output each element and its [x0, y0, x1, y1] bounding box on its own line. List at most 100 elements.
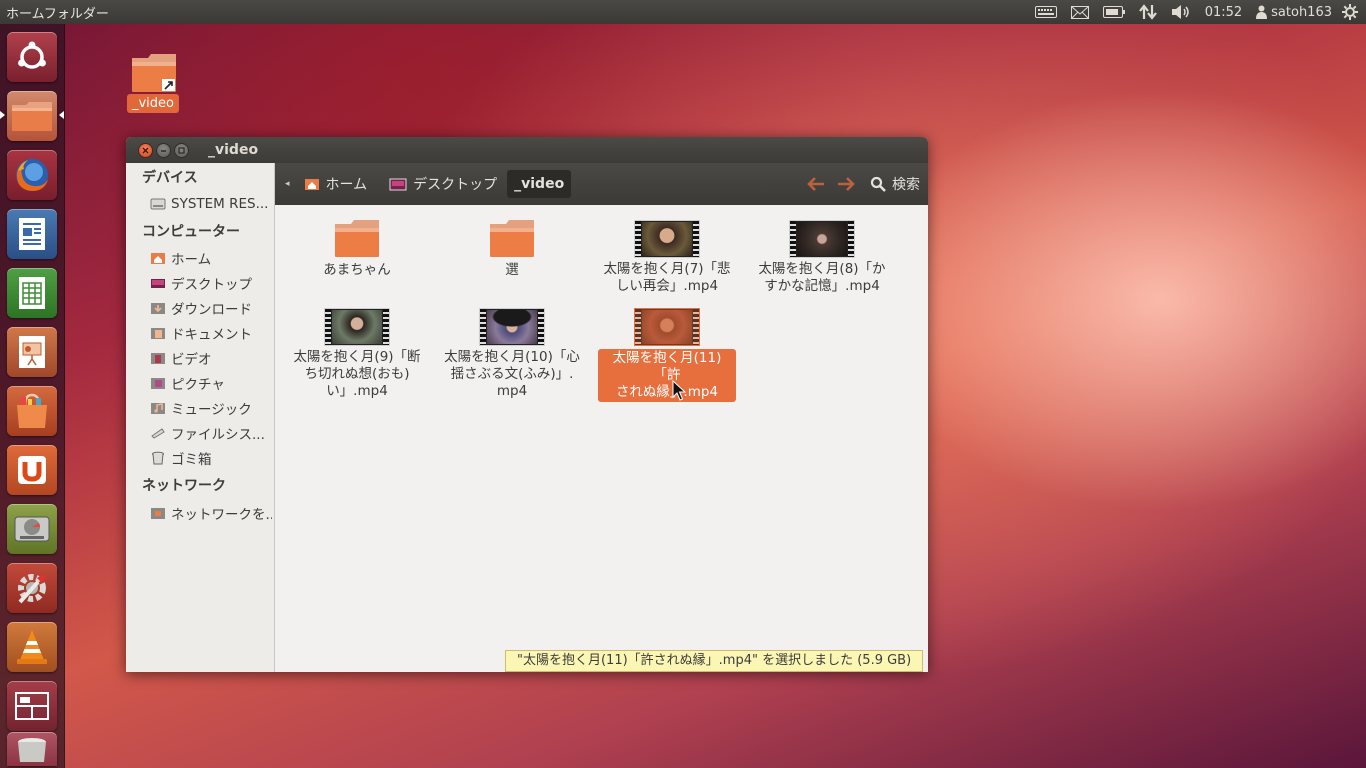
- minimize-button[interactable]: [156, 142, 171, 158]
- battery-icon[interactable]: [1096, 0, 1132, 24]
- network-folder-icon: [150, 506, 166, 520]
- file-name: 選: [505, 262, 519, 278]
- writer-launcher[interactable]: [7, 209, 57, 259]
- selection-status: "太陽を抱く月(11)「許されぬ縁」.mp4" を選択しました (5.9 GB): [505, 650, 924, 672]
- launcher: [0, 24, 65, 768]
- trash-icon: [18, 738, 46, 762]
- close-button[interactable]: [138, 142, 153, 158]
- sidebar-heading-network: ネットワーク: [142, 478, 226, 494]
- filesystem-icon: [150, 426, 166, 440]
- desktop-icon-label: _video: [127, 94, 179, 113]
- user-icon[interactable]: [1249, 0, 1271, 24]
- video-thumbnail: [324, 308, 390, 346]
- file-item-video[interactable]: 太陽を抱く月(7)「悲 しい再会」.mp4: [592, 220, 742, 295]
- file-item-video[interactable]: 太陽を抱く月(9)「断 ち切れぬ想(おも) い」.mp4: [282, 308, 432, 400]
- home-folder-icon: [304, 177, 320, 191]
- crumb-label: _video: [514, 176, 565, 192]
- file-item-video[interactable]: 太陽を抱く月(8)「か すかな記憶」.mp4: [747, 220, 897, 295]
- crumb-scroll-left-icon[interactable]: ◂: [285, 179, 290, 189]
- calc-launcher[interactable]: [7, 268, 57, 318]
- sidebar-heading-computer: コンピューター: [142, 224, 240, 240]
- presentation-icon: [19, 336, 45, 368]
- desktop-icon: [150, 276, 166, 290]
- documents-folder-icon: [150, 326, 166, 340]
- file-name: 太陽を抱く月(7)「悲 しい再会」.mp4: [603, 261, 731, 294]
- maximize-button[interactable]: [174, 142, 189, 158]
- ubuntu-logo-icon: [18, 41, 46, 69]
- sidebar-item-label: ミュージック: [171, 402, 252, 418]
- window-titlebar[interactable]: _video: [126, 137, 928, 163]
- top-panel: ホームフォルダー 01:52 satoh163: [0, 0, 1366, 24]
- sidebar-item-trash[interactable]: ゴミ箱: [150, 447, 272, 469]
- sidebar-item-home[interactable]: ホーム: [150, 247, 272, 269]
- clock[interactable]: 01:52: [1198, 0, 1249, 24]
- folder-icon: [490, 220, 534, 257]
- workspaces-icon: [15, 692, 49, 720]
- sidebar-item-label: ゴミ箱: [171, 452, 212, 468]
- workspace-switcher-launcher[interactable]: [7, 681, 57, 731]
- firefox-launcher[interactable]: [7, 150, 57, 200]
- impress-launcher[interactable]: [7, 327, 57, 377]
- ubuntu-one-launcher[interactable]: [7, 445, 57, 495]
- sidebar-item-documents[interactable]: ドキュメント: [150, 322, 272, 344]
- focused-indicator: [59, 111, 64, 119]
- vlc-launcher[interactable]: [7, 622, 57, 672]
- pictures-folder-icon: [150, 376, 166, 390]
- sidebar-item-desktop[interactable]: デスクトップ: [150, 272, 272, 294]
- system-settings-launcher[interactable]: [7, 563, 57, 613]
- sidebar-item-filesystem[interactable]: ファイルシス...: [150, 422, 272, 444]
- vlc-cone-icon: [17, 630, 47, 664]
- crumb-desktop[interactable]: デスクトップ: [389, 174, 497, 194]
- downloads-folder-icon: [150, 301, 166, 315]
- sidebar-item-network[interactable]: ネットワークを...: [150, 502, 272, 524]
- search-button[interactable]: 検索: [870, 174, 920, 194]
- trash-launcher[interactable]: [7, 732, 57, 766]
- desktop-icon: [389, 178, 407, 191]
- crumb-label: ホーム: [325, 177, 368, 193]
- keyboard-icon[interactable]: [1028, 0, 1064, 24]
- file-item-video-selected[interactable]: 太陽を抱く月(11)「許 されぬ縁」.mp4: [592, 308, 742, 402]
- power-icon[interactable]: [1332, 0, 1366, 24]
- file-item-folder[interactable]: あまちゃん: [282, 219, 432, 279]
- file-name: 太陽を抱く月(8)「か すかな記憶」.mp4: [758, 261, 886, 294]
- sidebar-item-label: ネットワークを...: [171, 507, 272, 523]
- spreadsheet-icon: [19, 277, 45, 309]
- file-item-video[interactable]: 太陽を抱く月(10)「心 揺さぶる文(ふみ)」. mp4: [437, 308, 587, 400]
- network-icon[interactable]: [1132, 0, 1164, 24]
- dash-home-button[interactable]: [7, 32, 57, 82]
- sidebar-item-pictures[interactable]: ピクチャ: [150, 372, 272, 394]
- close-icon: [142, 147, 149, 153]
- search-icon: [870, 176, 886, 192]
- places-sidebar: デバイス SYSTEM RES... コンピューター ホーム デスクトップ ダウ…: [126, 163, 275, 672]
- volume-icon[interactable]: [1164, 0, 1198, 24]
- desktop-video-shortcut[interactable]: _video: [126, 50, 180, 116]
- forward-button[interactable]: [836, 176, 856, 192]
- crumb-current-folder[interactable]: _video: [507, 170, 572, 198]
- file-view[interactable]: あまちゃん 選 太陽を抱く月(7)「悲 しい再会」.mp4 太陽を抱く月(8)「か…: [275, 205, 928, 672]
- disk-utility-launcher[interactable]: [7, 504, 57, 554]
- software-center-launcher[interactable]: [7, 386, 57, 436]
- search-label: 検索: [892, 177, 920, 193]
- sidebar-item-videos[interactable]: ビデオ: [150, 347, 272, 369]
- sidebar-heading-devices: デバイス: [142, 170, 198, 186]
- document-icon: [19, 218, 45, 250]
- home-folder-launcher[interactable]: [7, 91, 57, 141]
- crumb-label: デスクトップ: [413, 177, 498, 193]
- sidebar-item-downloads[interactable]: ダウンロード: [150, 297, 272, 319]
- arrow-left-icon: [807, 177, 824, 191]
- back-button[interactable]: [806, 176, 826, 192]
- mouse-cursor-icon: [672, 380, 686, 401]
- crumb-home[interactable]: ホーム: [304, 174, 368, 194]
- video-thumbnail: [634, 308, 700, 346]
- file-item-folder[interactable]: 選: [437, 219, 587, 279]
- hard-drive-icon: [14, 516, 50, 542]
- maximize-icon: [178, 146, 185, 154]
- music-folder-icon: [150, 401, 166, 415]
- window-title: _video: [208, 142, 259, 158]
- file-name: 太陽を抱く月(11)「許 されぬ縁」.mp4: [598, 349, 736, 402]
- user-name[interactable]: satoh163: [1271, 5, 1332, 20]
- sidebar-item-music[interactable]: ミュージック: [150, 397, 272, 419]
- sidebar-item-system-reserved[interactable]: SYSTEM RES...: [150, 193, 272, 215]
- mail-icon[interactable]: [1064, 0, 1096, 24]
- file-name: あまちゃん: [323, 262, 391, 278]
